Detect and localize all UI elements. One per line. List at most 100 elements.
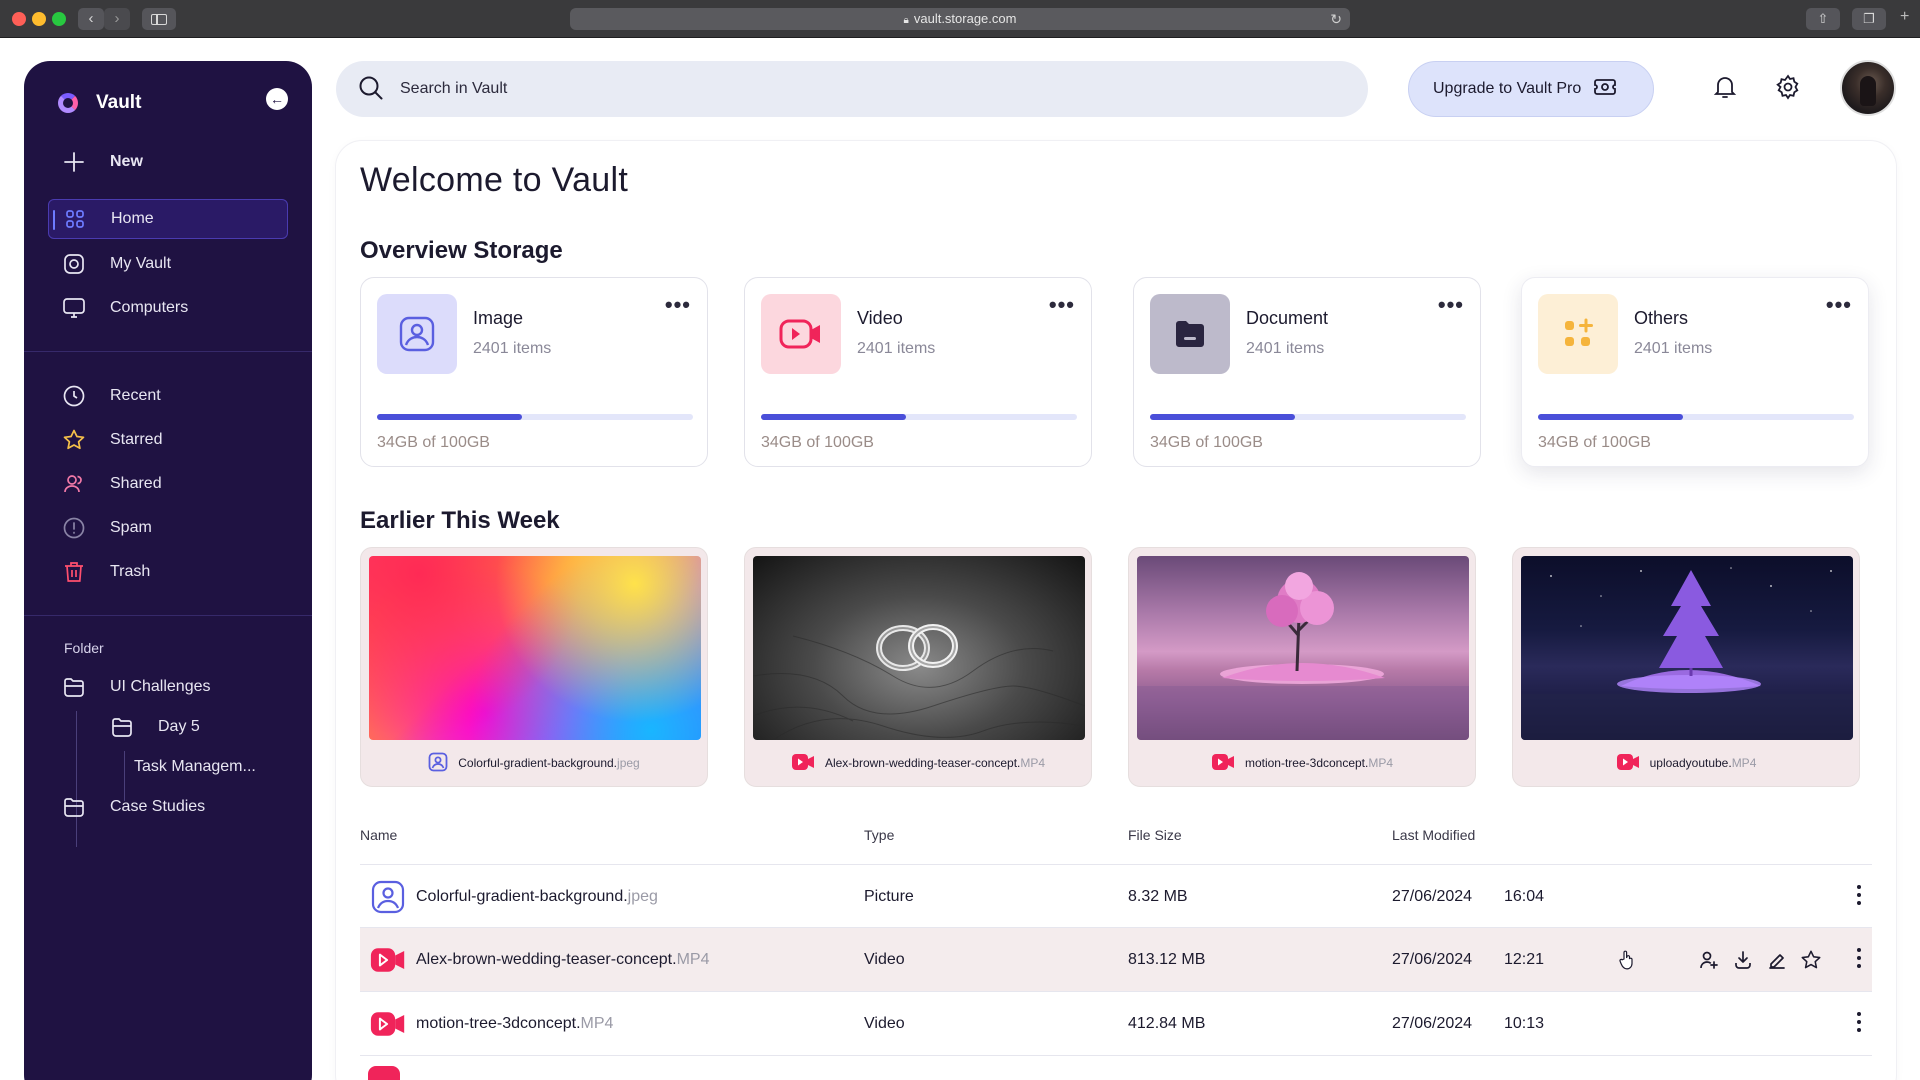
media-thumbnail [1521, 556, 1853, 740]
new-tab-button[interactable]: + [1900, 8, 1909, 26]
download-button[interactable] [1732, 949, 1754, 971]
tabs-overview-button[interactable]: ❐ [1852, 8, 1886, 30]
storage-progress-fill [377, 414, 523, 420]
sidebar-item-home[interactable]: Home [48, 199, 288, 239]
more-options-button[interactable] [1856, 948, 1862, 972]
ticket-icon [1593, 77, 1617, 102]
sidebar-item-computers[interactable]: Computers [48, 288, 288, 328]
settings-button[interactable] [1773, 73, 1803, 104]
page-title: Welcome to Vault [360, 161, 629, 199]
storage-progress-fill [1150, 414, 1296, 420]
avatar[interactable] [1840, 60, 1896, 116]
brand-name: Vault [96, 92, 142, 113]
folder-icon [62, 795, 86, 819]
storage-card-name: Document [1246, 308, 1329, 328]
sidebar-item-label: Shared [110, 475, 162, 492]
folder-item-day-5[interactable]: Day 5 [96, 707, 288, 747]
more-options-button[interactable]: ••• [1049, 292, 1075, 318]
minimize-window-button[interactable] [32, 12, 46, 26]
forward-button[interactable]: › [104, 8, 130, 30]
url-text: vault.storage.com [913, 11, 1017, 26]
media-caption: uploadyoutube. MP4 [1513, 750, 1859, 776]
media-filename: uploadyoutube. [1649, 756, 1732, 770]
file-date: 27/06/2024 [1392, 888, 1473, 905]
column-header-name[interactable]: Name [360, 827, 397, 843]
media-card[interactable]: Colorful-gradient-background. jpeg [360, 547, 708, 787]
more-options-button[interactable]: ••• [665, 292, 691, 318]
media-card[interactable]: Alex-brown-wedding-teaser-concept. MP4 [744, 547, 1092, 787]
file-type: Video [864, 1015, 905, 1032]
storage-card-count: 2401 items [1634, 340, 1713, 357]
share-icon: ⇧ [1817, 11, 1829, 26]
lock-icon: 🔒︎ [903, 15, 909, 26]
storage-usage: 34GB of 100GB [761, 434, 874, 451]
sidebar-item-label: Starred [110, 431, 163, 448]
close-window-button[interactable] [12, 12, 26, 26]
new-button[interactable]: New [48, 142, 288, 182]
browser-toolbar: ‹ › 🔒︎ vault.storage.com ↻ ⇧ ❐ + [0, 0, 1920, 38]
file-name: Alex-brown-wedding-teaser-concept. [416, 951, 677, 968]
more-options-button[interactable]: ••• [1438, 292, 1464, 318]
storage-card-count: 2401 items [1246, 340, 1325, 357]
table-row[interactable]: Colorful-gradient-background. jpeg Pictur… [360, 864, 1872, 928]
row-actions [1616, 928, 1834, 992]
search-input[interactable]: Search in Vault [336, 61, 1368, 117]
sidebar-item-starred[interactable]: Starred [48, 420, 288, 460]
more-options-button[interactable] [1856, 1012, 1862, 1036]
folder-section-title: Folder [64, 640, 104, 656]
address-bar[interactable]: 🔒︎ vault.storage.com ↻ [570, 8, 1350, 30]
file-name: motion-tree-3dconcept. [416, 1015, 581, 1032]
search-icon [358, 75, 386, 103]
media-card[interactable]: uploadyoutube. MP4 [1512, 547, 1860, 787]
sidebar-item-recent[interactable]: Recent [48, 376, 288, 416]
sidebar-item-my-vault[interactable]: My Vault [48, 244, 288, 284]
image-icon [428, 752, 448, 775]
file-name-cell: motion-tree-3dconcept. MP4 [370, 992, 613, 1056]
edit-button[interactable] [1766, 949, 1788, 971]
zoom-window-button[interactable] [52, 12, 66, 26]
column-header-size[interactable]: File Size [1128, 827, 1182, 843]
share-button[interactable]: ⇧ [1806, 8, 1840, 30]
share-user-button[interactable] [1698, 949, 1720, 971]
column-header-modified[interactable]: Last Modified [1392, 827, 1475, 843]
collapse-sidebar-button[interactable]: ← [266, 88, 288, 110]
storage-card-document[interactable]: Document 2401 items ••• 34GB of 100GB [1133, 277, 1481, 467]
folder-item-ui-challenges[interactable]: UI Challenges [48, 667, 288, 707]
media-card[interactable]: motion-tree-3dconcept. MP4 [1128, 547, 1476, 787]
sidebar-item-spam[interactable]: Spam [48, 508, 288, 548]
star-button[interactable] [1800, 949, 1822, 971]
file-name-cell: Colorful-gradient-background. jpeg [370, 865, 658, 929]
storage-card-others[interactable]: Others 2401 items ••• 34GB of 100GB [1521, 277, 1869, 467]
upgrade-button[interactable]: Upgrade to Vault Pro [1408, 61, 1654, 117]
storage-progress-fill [1538, 414, 1684, 420]
file-extension: MP4 [676, 951, 710, 968]
more-options-button[interactable]: ••• [1826, 292, 1852, 318]
column-header-type[interactable]: Type [864, 827, 894, 843]
video-icon [761, 294, 841, 374]
sidebar-toggle-button[interactable] [142, 8, 176, 30]
media-caption: Alex-brown-wedding-teaser-concept. MP4 [745, 750, 1091, 776]
notifications-button[interactable] [1710, 74, 1740, 104]
storage-card-video[interactable]: Video 2401 items ••• 34GB of 100GB [744, 277, 1092, 467]
table-row[interactable]: Alex-brown-wedding-teaser-concept. MP4 Vi… [360, 928, 1872, 992]
media-caption: motion-tree-3dconcept. MP4 [1129, 750, 1475, 776]
sidebar-item-trash[interactable]: Trash [48, 552, 288, 592]
table-row[interactable]: motion-tree-3dconcept. MP4 Video 412.84 M… [360, 992, 1872, 1056]
chevron-right-icon: › [114, 10, 120, 27]
media-thumbnail [753, 556, 1085, 740]
brand[interactable]: Vault [58, 91, 141, 115]
sidebar-item-label: My Vault [110, 255, 172, 272]
media-caption: Colorful-gradient-background. jpeg [361, 750, 707, 776]
back-button[interactable]: ‹ [78, 8, 104, 30]
folder-item-case-studies[interactable]: Case Studies [48, 787, 288, 827]
file-extension: MP4 [580, 1015, 614, 1032]
reload-icon[interactable]: ↻ [1330, 8, 1342, 30]
more-options-button[interactable] [1856, 885, 1862, 909]
folder-item-task-management[interactable]: Task Managem... [134, 747, 310, 787]
media-extension: MP4 [1368, 756, 1394, 770]
storage-card-image[interactable]: Image 2401 items ••• 34GB of 100GB [360, 277, 708, 467]
storage-card-count: 2401 items [473, 340, 552, 357]
media-thumbnail [1137, 556, 1469, 740]
document-icon [1150, 294, 1230, 374]
sidebar-item-shared[interactable]: Shared [48, 464, 288, 504]
